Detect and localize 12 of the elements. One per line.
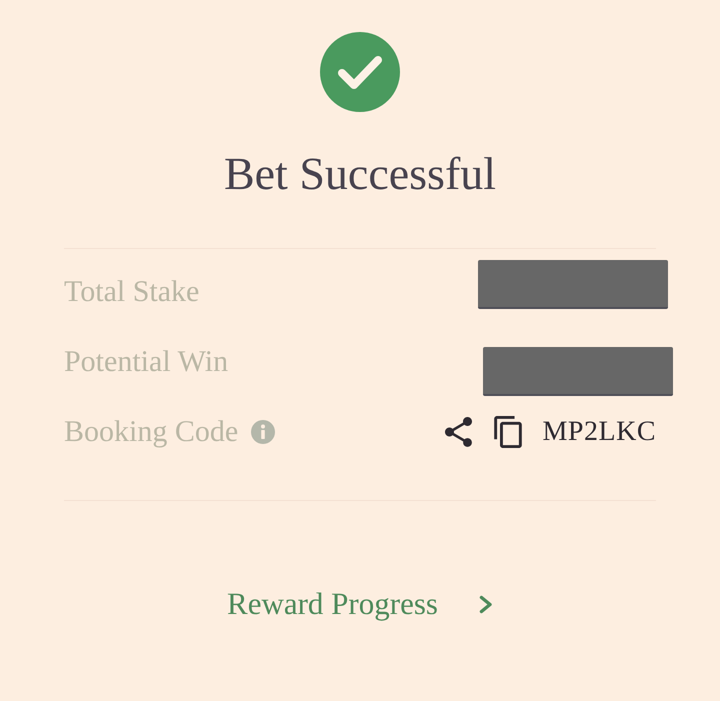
success-title: Bet Successful <box>224 147 496 200</box>
booking-code: MP2LKC <box>542 415 656 449</box>
copy-icon <box>494 416 522 448</box>
chevron-right-icon <box>478 594 493 614</box>
share-icon <box>444 417 472 447</box>
detail-label: Total Stake <box>64 274 200 310</box>
reward-progress-link[interactable]: Reward Progress <box>227 582 493 626</box>
copy-button[interactable] <box>494 416 522 448</box>
success-check-icon <box>320 32 400 112</box>
detail-label: Potential Win <box>64 344 228 380</box>
detail-label: Booking Code <box>64 414 238 450</box>
share-button[interactable] <box>444 417 472 447</box>
